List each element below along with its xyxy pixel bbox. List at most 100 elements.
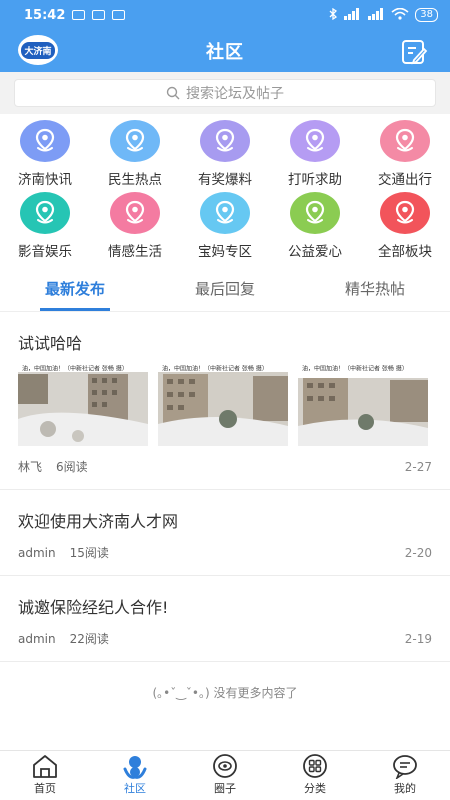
location-pin-icon — [110, 192, 160, 234]
post-title: 试试哈哈 — [18, 334, 83, 353]
search-icon — [166, 86, 180, 100]
category-label: 全部板块 — [378, 244, 432, 260]
nav-category[interactable]: 分类 — [270, 751, 360, 800]
category-label: 交通出行 — [378, 172, 432, 188]
tab-label: 最新发布 — [44, 280, 105, 298]
community-icon — [123, 756, 147, 779]
tab-latest[interactable]: 最新发布 — [0, 266, 150, 311]
tab-indicator — [40, 308, 110, 311]
category-label: 民生热点 — [108, 172, 162, 188]
app-logo: 大济南 — [18, 35, 58, 65]
category-label: 有奖爆料 — [198, 172, 252, 188]
post-item[interactable]: 试试哈哈 油，中国加油！（中新社记者 张畅 摄） 油，中国加油！（中新社记者 张… — [0, 312, 450, 490]
nav-label: 分类 — [304, 782, 326, 795]
post-title: 欢迎使用大济南人才网 — [18, 512, 179, 531]
post-reads: 6阅读 — [56, 460, 88, 474]
location-pin-icon — [200, 192, 250, 234]
post-meta: admin 22阅读 2-19 — [18, 618, 432, 661]
status-time: 15:42 — [24, 7, 66, 23]
category-label: 济南快讯 — [18, 172, 72, 188]
post-image[interactable]: 油，中国加油！（中新社记者 张畅 摄） — [18, 364, 148, 446]
tab-last-reply[interactable]: 最后回复 — [150, 266, 300, 311]
category-mom[interactable]: 宝妈专区 — [180, 192, 270, 264]
location-pin-icon — [200, 120, 250, 162]
category-entertainment[interactable]: 影音娱乐 — [0, 192, 90, 264]
category-livelihood[interactable]: 民生热点 — [90, 120, 180, 192]
location-pin-icon — [20, 192, 70, 234]
category-emotion[interactable]: 情感生活 — [90, 192, 180, 264]
search-bar: 搜索论坛及帖子 — [0, 72, 450, 114]
post-reads: 15阅读 — [69, 546, 109, 560]
category-label: 公益爱心 — [288, 244, 342, 260]
post-reads: 22阅读 — [69, 632, 109, 646]
bluetooth-icon — [329, 7, 338, 23]
search-input[interactable]: 搜索论坛及帖子 — [14, 79, 436, 107]
signal-2-icon — [367, 7, 385, 23]
wifi-icon — [391, 7, 409, 23]
battery-icon: 38 — [415, 8, 438, 22]
notification-icon — [72, 10, 86, 20]
nav-circle[interactable]: 圈子 — [180, 751, 270, 800]
post-list: 试试哈哈 油，中国加油！（中新社记者 张畅 摄） 油，中国加油！（中新社记者 张… — [0, 312, 450, 662]
post-tabs: 最新发布 最后回复 精华热帖 — [0, 266, 450, 312]
app-bar: 大济南 社区 — [0, 30, 450, 72]
page-title: 社区 — [206, 42, 244, 63]
post-meta: 林飞 6阅读 2-27 — [18, 446, 432, 489]
post-title: 诚邀保险经纪人合作! — [18, 598, 169, 617]
category-reward[interactable]: 有奖爆料 — [180, 120, 270, 192]
status-bar: 15:42 38 — [0, 0, 450, 30]
post-item[interactable]: 欢迎使用大济南人才网 admin 15阅读 2-20 — [0, 490, 450, 576]
category-grid: 济南快讯 民生热点 有奖爆料 打听求助 交通出行影音娱乐 情感生活 宝妈专区 公益爱心 全部板块 — [0, 114, 450, 264]
post-image[interactable]: 油，中国加油！（中新社记者 张畅 摄） — [158, 364, 288, 446]
location-pin-icon — [110, 120, 160, 162]
location-pin-icon — [380, 192, 430, 234]
no-more-content: (｡•ˇ‿ˇ•｡) 没有更多内容了 — [152, 686, 298, 700]
search-placeholder: 搜索论坛及帖子 — [186, 86, 284, 102]
post-date: 2-19 — [404, 631, 432, 646]
message-icon — [92, 10, 106, 20]
category-icon — [303, 754, 327, 778]
category-label: 打听求助 — [288, 172, 342, 188]
category-label: 情感生活 — [108, 244, 162, 260]
home-icon — [33, 755, 57, 778]
location-pin-icon — [20, 120, 70, 162]
image-caption: 油，中国加油！（中新社记者 张畅 摄） — [162, 365, 268, 373]
tab-label: 精华热帖 — [344, 280, 405, 298]
chat-icon — [112, 10, 126, 20]
circle-icon — [213, 754, 237, 778]
nav-home[interactable]: 首页 — [0, 751, 90, 800]
location-pin-icon — [290, 120, 340, 162]
category-all-boards[interactable]: 全部板块 — [360, 192, 450, 264]
tab-featured[interactable]: 精华热帖 — [300, 266, 450, 311]
post-meta: admin 15阅读 2-20 — [18, 532, 432, 575]
nav-profile[interactable]: 我的 — [360, 751, 450, 800]
post-images: 油，中国加油！（中新社记者 张畅 摄） 油，中国加油！（中新社记者 张畅 摄） — [18, 364, 432, 446]
logo-text: 大济南 — [21, 41, 55, 59]
edit-icon — [402, 40, 428, 65]
nav-label: 社区 — [124, 782, 146, 795]
image-caption: 油，中国加油！（中新社记者 张畅 摄） — [302, 365, 408, 373]
compose-post-button[interactable] — [400, 38, 428, 66]
nav-label: 圈子 — [214, 782, 236, 795]
nav-community[interactable]: 社区 — [90, 751, 180, 800]
category-label: 宝妈专区 — [198, 244, 252, 260]
location-pin-icon — [380, 120, 430, 162]
bottom-nav: 首页 社区 圈子 分类 我的 — [0, 750, 450, 800]
nav-label: 我的 — [394, 782, 416, 795]
nav-label: 首页 — [34, 782, 56, 795]
post-date: 2-20 — [404, 545, 432, 560]
post-author: admin — [18, 545, 56, 560]
post-date: 2-27 — [404, 459, 432, 474]
tab-label: 最后回复 — [194, 280, 255, 298]
category-traffic[interactable]: 交通出行 — [360, 120, 450, 192]
category-charity[interactable]: 公益爱心 — [270, 192, 360, 264]
post-author: admin — [18, 631, 56, 646]
category-news[interactable]: 济南快讯 — [0, 120, 90, 192]
post-item[interactable]: 诚邀保险经纪人合作! admin 22阅读 2-19 — [0, 576, 450, 662]
post-image[interactable]: 油，中国加油！（中新社记者 张畅 摄） — [298, 364, 428, 446]
image-caption: 油，中国加油！（中新社记者 张畅 摄） — [22, 365, 128, 373]
category-help[interactable]: 打听求助 — [270, 120, 360, 192]
post-author: 林飞 — [18, 460, 43, 474]
location-pin-icon — [290, 192, 340, 234]
category-label: 影音娱乐 — [18, 244, 72, 260]
